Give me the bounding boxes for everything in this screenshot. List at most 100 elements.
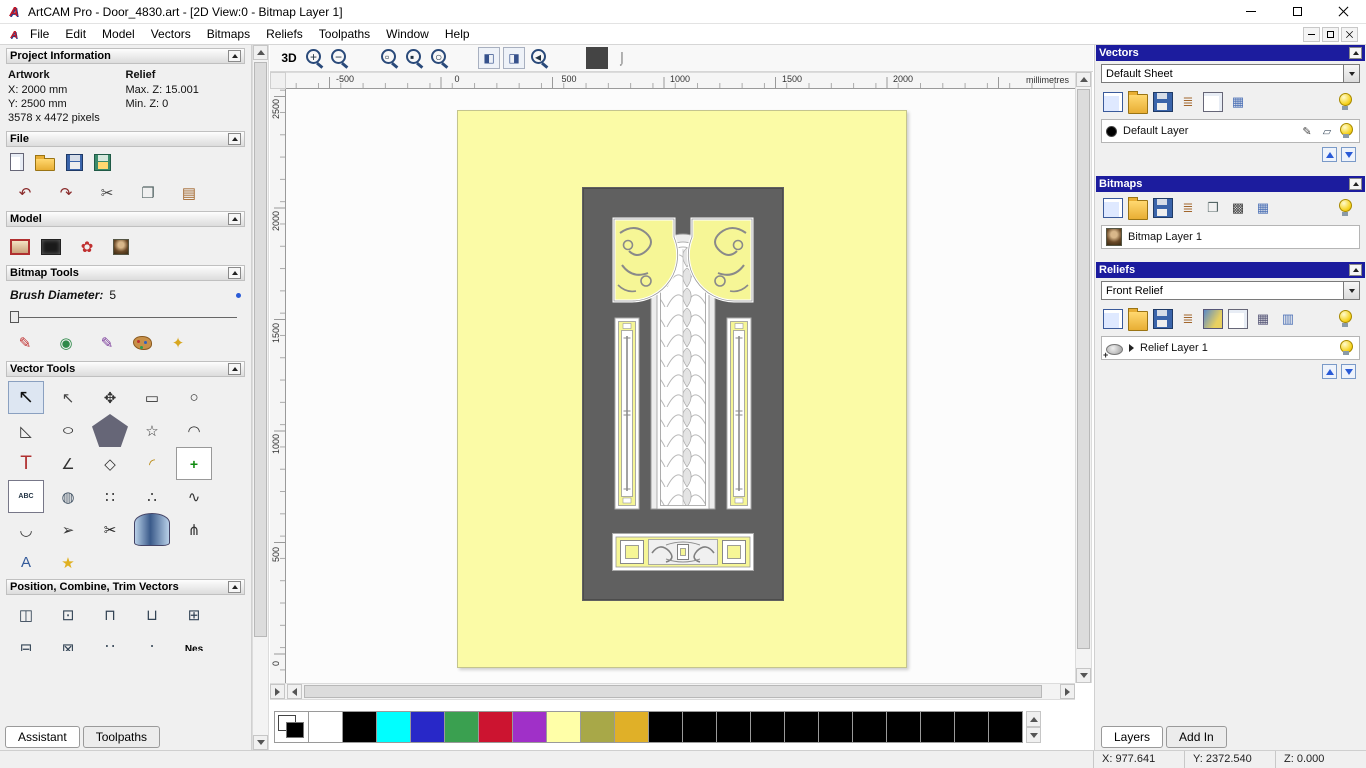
rollup-button[interactable]: [1349, 178, 1362, 190]
move-layer-up-button[interactable]: [1322, 147, 1337, 162]
line-width-preview[interactable]: [586, 47, 608, 69]
zoom-previous-icon[interactable]: ◂: [528, 47, 550, 69]
tab-layers[interactable]: Layers: [1101, 726, 1164, 748]
node-editing-icon[interactable]: ↖: [50, 381, 86, 414]
slider-handle[interactable]: [10, 311, 19, 323]
offset-vectors-icon[interactable]: ◇: [92, 447, 128, 480]
paste-along-curve-icon[interactable]: ∴: [134, 480, 170, 513]
primary-secondary-swatch[interactable]: [274, 711, 309, 743]
close-button[interactable]: [1320, 0, 1366, 23]
model-artboard[interactable]: [457, 110, 907, 668]
wrap-vectors-icon[interactable]: ◍: [50, 480, 86, 513]
colour-swatch[interactable]: [818, 711, 853, 743]
canvas-horizontal-scrollbar[interactable]: [270, 683, 1075, 700]
mdi-minimize-button[interactable]: [1303, 26, 1320, 42]
colour-swatch[interactable]: [478, 711, 513, 743]
menu-item[interactable]: Bitmaps: [199, 25, 258, 43]
layer-colour-chip[interactable]: [1106, 125, 1117, 137]
maximize-button[interactable]: [1274, 0, 1320, 23]
colour-swatch[interactable]: [954, 711, 989, 743]
export-model-icon[interactable]: [94, 153, 111, 171]
trim-vectors-icon[interactable]: ✂: [92, 513, 128, 546]
new-model-icon[interactable]: [10, 153, 24, 171]
zoom-box-icon[interactable]: ▫: [378, 47, 400, 69]
open-relief-layer-icon[interactable]: [1128, 308, 1148, 331]
scroll-up-button[interactable]: [253, 45, 268, 60]
menu-item[interactable]: Help: [437, 25, 478, 43]
create-arc-icon[interactable]: ◠: [176, 414, 212, 447]
duplicate-relief-layer-icon[interactable]: [1228, 309, 1248, 329]
align-left-icon[interactable]: ⊟: [8, 633, 44, 651]
toggle-bitmap-view-icon[interactable]: ◧: [478, 47, 500, 69]
open-vector-layer-icon[interactable]: [1128, 91, 1148, 114]
menu-item[interactable]: File: [22, 25, 57, 43]
copy-bitmap-layer-icon[interactable]: ❐: [1203, 198, 1223, 218]
paste-array-icon[interactable]: ∷: [92, 633, 128, 651]
zoom-in-icon[interactable]: +: [303, 47, 325, 69]
vector-direction-icon[interactable]: ➢: [50, 513, 86, 546]
spin-tool-icon[interactable]: [134, 513, 170, 546]
relief-visibility-icon[interactable]: [1339, 339, 1355, 357]
scrollbar-thumb[interactable]: [254, 62, 267, 637]
colour-swatch[interactable]: [444, 711, 479, 743]
toggle-all-relief-layers-icon[interactable]: [1338, 309, 1358, 329]
create-rectangle-icon[interactable]: ▭: [134, 381, 170, 414]
zoom-out-icon[interactable]: −: [328, 47, 350, 69]
star-wizard-icon[interactable]: ★: [50, 546, 86, 579]
drawing-viewport[interactable]: [286, 89, 1075, 683]
new-sheet-icon[interactable]: [1203, 92, 1223, 112]
invert-relief-icon[interactable]: [41, 239, 61, 255]
rollup-button[interactable]: [228, 50, 241, 62]
merge-relief-layers-icon[interactable]: ≣: [1178, 309, 1198, 329]
merge-vector-layers-icon[interactable]: ≣: [1178, 92, 1198, 112]
palette-scroll-up-button[interactable]: [1026, 711, 1041, 727]
scrollbar-thumb[interactable]: [304, 685, 1042, 698]
paint-tool-icon[interactable]: ✎: [10, 329, 40, 357]
weave-wizard-icon[interactable]: ⋔: [176, 513, 212, 546]
scroll-right-button[interactable]: [1060, 684, 1075, 699]
menu-item[interactable]: Edit: [57, 25, 94, 43]
pan-mode-button[interactable]: [270, 684, 285, 699]
colour-swatch[interactable]: [886, 711, 921, 743]
move-layer-down-button[interactable]: [1341, 147, 1356, 162]
colour-swatch[interactable]: [852, 711, 887, 743]
tab-add-in[interactable]: Add In: [1166, 726, 1227, 748]
rollup-button[interactable]: [1349, 47, 1362, 59]
toggle-all-bitmap-layers-icon[interactable]: [1338, 198, 1358, 218]
colour-swatch[interactable]: [648, 711, 683, 743]
colour-swatch[interactable]: [682, 711, 717, 743]
tab-toolpaths[interactable]: Toolpaths: [82, 726, 161, 748]
flood-fill-vectors-icon[interactable]: ✦: [163, 329, 193, 357]
palette-scroll[interactable]: [1026, 711, 1041, 743]
align-right-icon[interactable]: ⊠: [50, 633, 86, 651]
delete-vector-layer-icon[interactable]: ▦: [1228, 92, 1248, 112]
menu-item[interactable]: Vectors: [143, 25, 199, 43]
rollup-button[interactable]: [228, 267, 241, 279]
canvas-vertical-scrollbar[interactable]: [1075, 72, 1092, 683]
wrap-text-wizard-icon[interactable]: A: [8, 546, 44, 579]
menu-item[interactable]: Toolpaths: [311, 25, 378, 43]
toggle-vector-view-icon[interactable]: ◨: [503, 47, 525, 69]
mdi-restore-button[interactable]: [1322, 26, 1339, 42]
set-model-size-icon[interactable]: [10, 239, 30, 255]
greyscale-image-icon[interactable]: [113, 239, 129, 255]
edit-layer-colour-icon[interactable]: ✎: [1299, 122, 1315, 140]
undo-icon[interactable]: ↶: [10, 179, 40, 207]
bitmap-to-vector-icon[interactable]: ∷: [92, 480, 128, 513]
fillet-corner-icon[interactable]: ◜: [134, 447, 170, 480]
save-bitmap-layer-icon[interactable]: [1153, 198, 1173, 218]
transform-vectors-icon[interactable]: ✥: [92, 381, 128, 414]
relief-select[interactable]: Front Relief: [1101, 281, 1360, 300]
paint-selective-icon[interactable]: ✎: [92, 329, 122, 357]
create-star-icon[interactable]: ☆: [134, 414, 170, 447]
relief-blend-icon[interactable]: [1203, 309, 1223, 329]
sheet-select[interactable]: Default Sheet: [1101, 64, 1360, 83]
text-on-curve-icon[interactable]: ABC: [8, 480, 44, 513]
layer-row[interactable]: Bitmap Layer 1: [1102, 226, 1359, 248]
colour-swatch[interactable]: [614, 711, 649, 743]
block-copy-icon[interactable]: ◫: [8, 599, 44, 631]
colour-swatch[interactable]: [308, 711, 343, 743]
rollup-button[interactable]: [228, 581, 241, 593]
menu-item[interactable]: Model: [94, 25, 143, 43]
toggle-all-vector-layers-icon[interactable]: [1338, 92, 1358, 112]
